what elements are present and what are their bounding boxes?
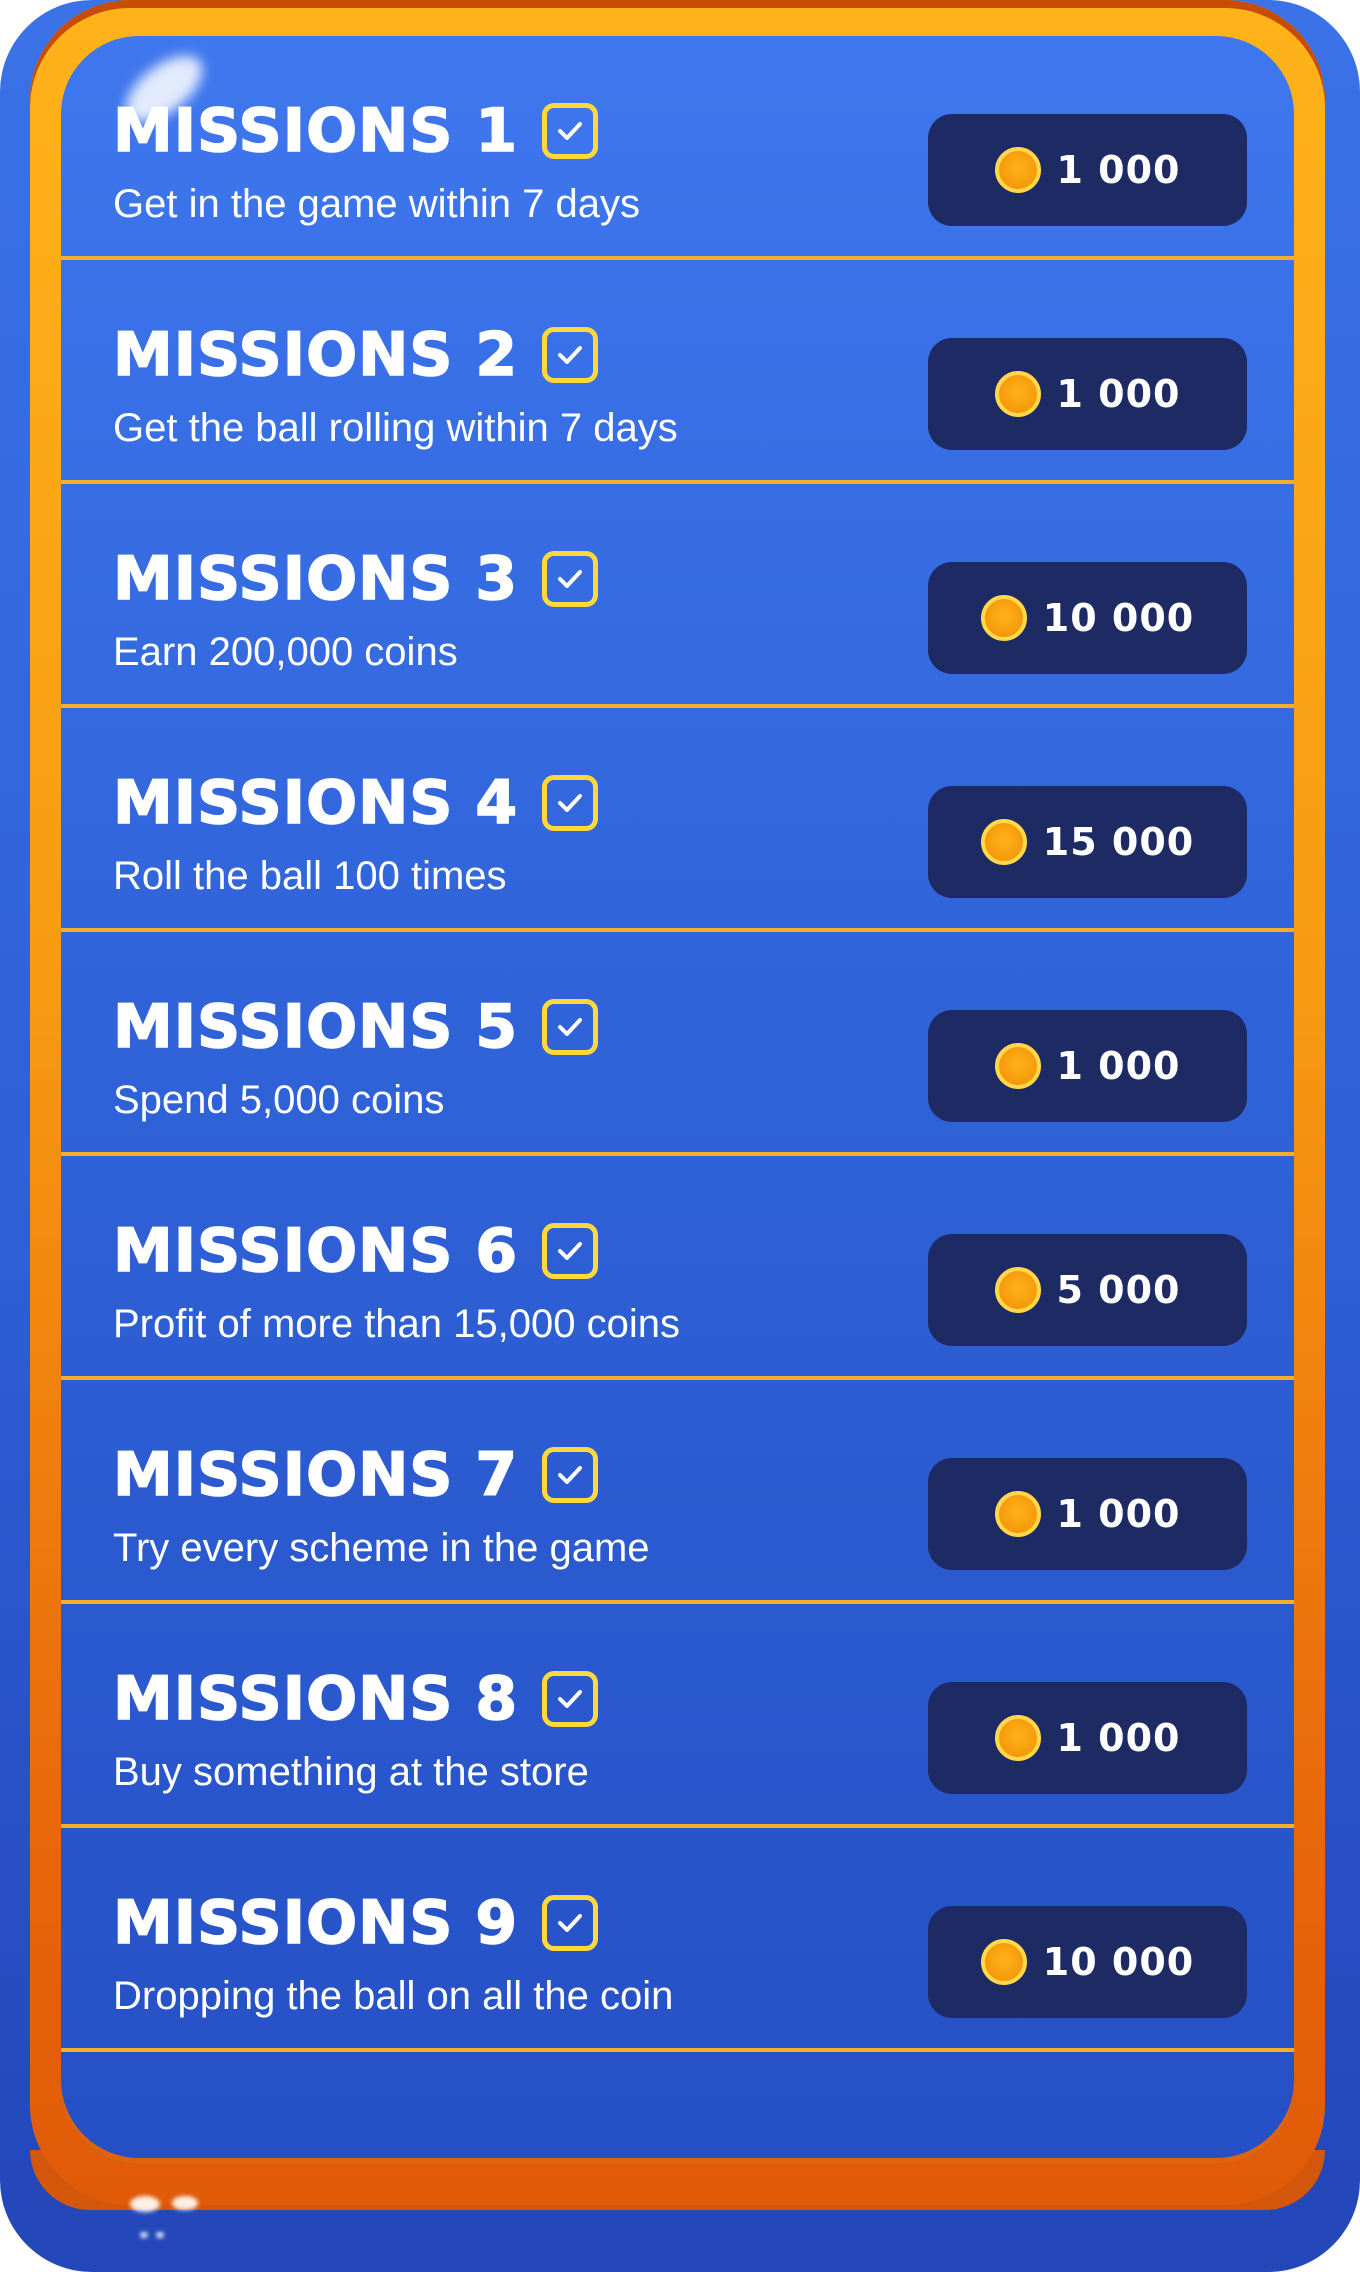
checkbox-checked-icon [542, 551, 599, 607]
reward-amount: 1 000 [1056, 1492, 1181, 1536]
reward-amount: 10 000 [1042, 1940, 1195, 1984]
mission-title: MISSIONS 2 [112, 320, 519, 390]
mission-row: MISSIONS 7 Try every scheme in the game 1 … [61, 1380, 1294, 1604]
mission-title: MISSIONS 1 [112, 96, 519, 166]
mission-reward-button[interactable]: 1 000 [928, 1458, 1247, 1570]
mission-description: Try every scheme in the game [113, 1526, 650, 1570]
sparkle-dot [140, 2232, 148, 2238]
coin-icon [994, 1715, 1041, 1761]
checkbox-checked-icon [542, 775, 599, 831]
mission-title: MISSIONS 6 [112, 1216, 519, 1286]
mission-reward-button[interactable]: 10 000 [928, 1906, 1247, 2018]
coin-icon [994, 1267, 1041, 1313]
mission-description: Dropping the ball on all the coin [113, 1974, 674, 2018]
checkbox-checked-icon [542, 1895, 599, 1951]
coin-icon [980, 595, 1027, 641]
mission-title: MISSIONS 7 [112, 1440, 519, 1510]
reward-amount: 5 000 [1056, 1268, 1181, 1312]
mission-title-group: MISSIONS 2 [112, 320, 599, 390]
mission-reward-button[interactable]: 1 000 [928, 114, 1247, 226]
mission-title-group: MISSIONS 3 [112, 544, 599, 614]
mission-title: MISSIONS 8 [112, 1664, 519, 1734]
mission-title-group: MISSIONS 4 [112, 768, 599, 838]
mission-row: MISSIONS 8 Buy something at the store 1 00… [61, 1604, 1294, 1828]
reward-amount: 1 000 [1056, 1716, 1181, 1760]
coin-icon [994, 1043, 1041, 1089]
mission-title-group: MISSIONS 8 [112, 1664, 599, 1734]
mission-description: Spend 5,000 coins [113, 1078, 445, 1122]
coin-icon [994, 371, 1041, 417]
mission-row: MISSIONS 1 Get in the game within 7 days 1… [61, 36, 1294, 260]
mission-row: MISSIONS 6 Profit of more than 15,000 coi… [61, 1156, 1294, 1380]
checkbox-checked-icon [542, 103, 599, 159]
mission-title-group: MISSIONS 6 [112, 1216, 599, 1286]
reward-amount: 1 000 [1056, 1044, 1181, 1088]
mission-row: MISSIONS 3 Earn 200,000 coins 10 000 [61, 484, 1294, 708]
checkbox-checked-icon [542, 1223, 599, 1279]
coin-icon [994, 1491, 1041, 1537]
mission-description: Roll the ball 100 times [113, 854, 507, 898]
coin-icon [980, 819, 1027, 865]
mission-reward-button[interactable]: 10 000 [928, 562, 1247, 674]
mission-reward-button[interactable]: 1 000 [928, 1010, 1247, 1122]
mission-row: MISSIONS 4 Roll the ball 100 times 15 000 [61, 708, 1294, 932]
mission-description: Profit of more than 15,000 coins [113, 1302, 680, 1346]
mission-title: MISSIONS 5 [112, 992, 519, 1062]
checkbox-checked-icon [542, 1447, 599, 1503]
mission-title: MISSIONS 3 [112, 544, 519, 614]
mission-description: Buy something at the store [113, 1750, 589, 1794]
mission-row: MISSIONS 5 Spend 5,000 coins 1 000 [61, 932, 1294, 1156]
mission-title: MISSIONS 9 [112, 1888, 519, 1958]
mission-reward-button[interactable]: 5 000 [928, 1234, 1247, 1346]
checkbox-checked-icon [542, 999, 599, 1055]
mission-title-group: MISSIONS 9 [112, 1888, 599, 1958]
reward-amount: 1 000 [1056, 148, 1181, 192]
mission-reward-button[interactable]: 15 000 [928, 786, 1247, 898]
checkbox-checked-icon [542, 327, 599, 383]
mission-description: Get in the game within 7 days [113, 182, 640, 226]
mission-row: MISSIONS 9 Dropping the ball on all the c… [61, 1828, 1294, 2052]
coin-icon [994, 147, 1041, 193]
mission-description: Earn 200,000 coins [113, 630, 458, 674]
missions-panel: MISSIONS 1 Get in the game within 7 days 1… [61, 36, 1294, 2164]
mission-title: MISSIONS 4 [112, 768, 519, 838]
mission-title-group: MISSIONS 5 [112, 992, 599, 1062]
mission-reward-button[interactable]: 1 000 [928, 1682, 1247, 1794]
reward-amount: 1 000 [1056, 372, 1181, 416]
coin-icon [980, 1939, 1027, 1985]
sparkle-dot [130, 2196, 160, 2212]
reward-amount: 15 000 [1042, 820, 1195, 864]
reward-amount: 10 000 [1042, 596, 1195, 640]
sparkle-dot [156, 2232, 164, 2238]
checkbox-checked-icon [542, 1671, 599, 1727]
mission-row: MISSIONS 2 Get the ball rolling within 7 … [61, 260, 1294, 484]
mission-title-group: MISSIONS 7 [112, 1440, 599, 1510]
mission-reward-button[interactable]: 1 000 [928, 338, 1247, 450]
mission-title-group: MISSIONS 1 [112, 96, 599, 166]
sparkle-dot [172, 2196, 198, 2210]
mission-description: Get the ball rolling within 7 days [113, 406, 678, 450]
